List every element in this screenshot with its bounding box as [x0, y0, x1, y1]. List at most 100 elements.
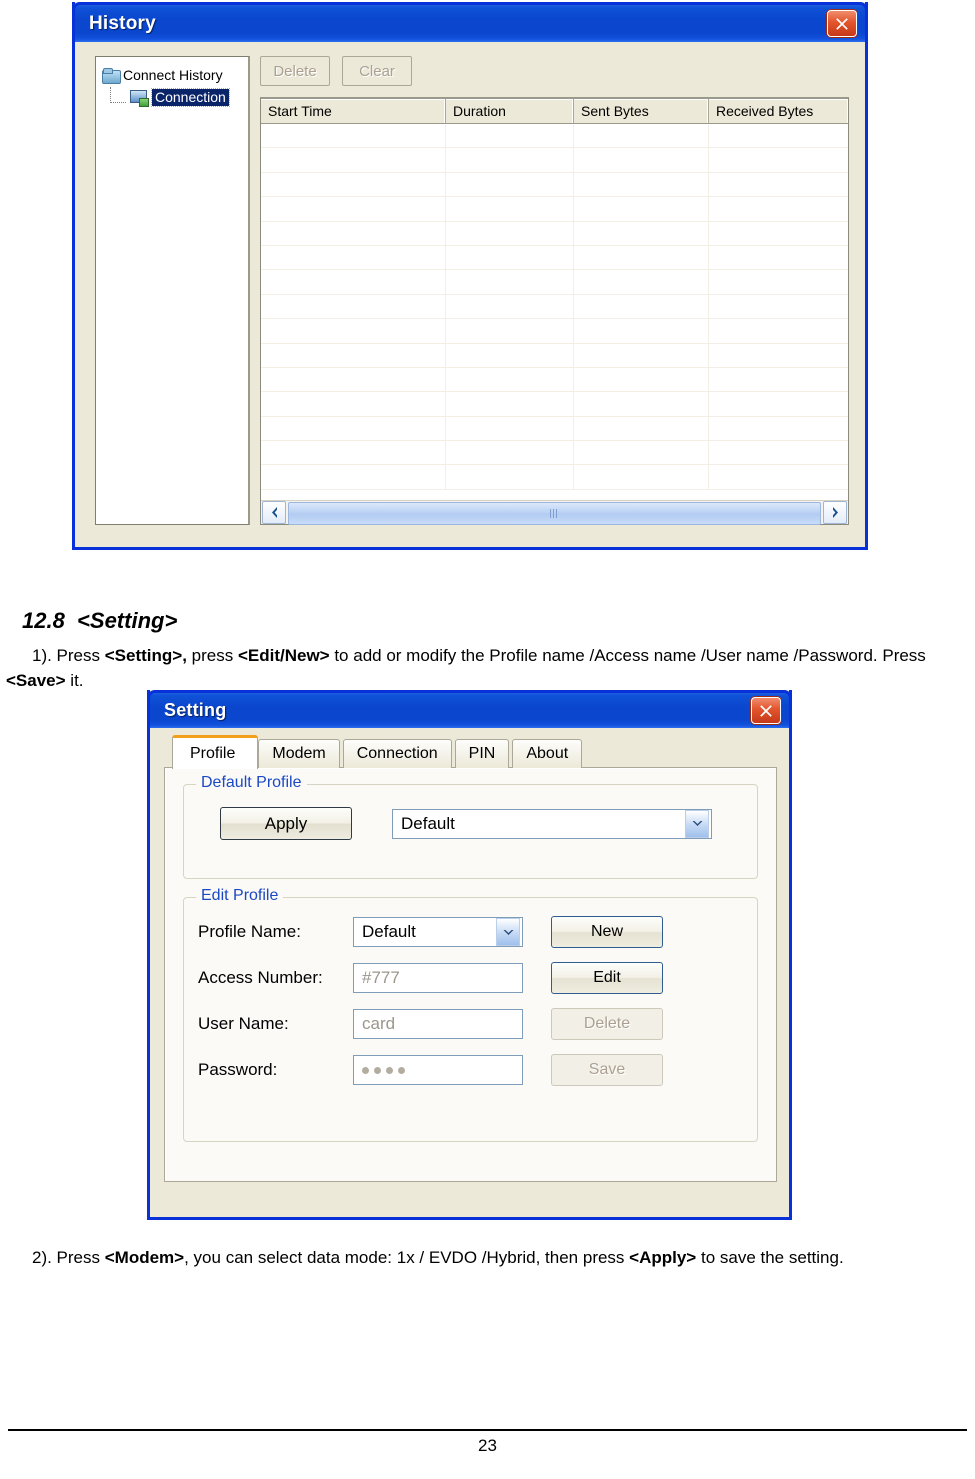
default-profile-row: Apply Default — [198, 807, 743, 840]
close-icon[interactable] — [827, 10, 857, 37]
table-cell — [261, 172, 446, 197]
p2-suffix: to save the setting. — [696, 1248, 844, 1267]
password-input[interactable] — [353, 1055, 523, 1085]
table-row[interactable] — [261, 441, 848, 466]
setting-body: Profile Modem Connection PIN About Default P… — [150, 728, 789, 1217]
scroll-right-icon[interactable] — [823, 501, 847, 524]
username-input[interactable]: card — [353, 1009, 523, 1039]
scrollbar-thumb[interactable] — [288, 502, 821, 525]
p1-bold-editnew: <Edit/New> — [237, 646, 330, 665]
field-label: Access Number: — [198, 968, 323, 987]
table-cell — [261, 392, 446, 416]
table-cell — [709, 417, 848, 440]
chevron-down-icon[interactable] — [496, 918, 520, 946]
tree-branch-line — [110, 86, 126, 103]
p2-prefix: 2). Press — [32, 1248, 105, 1267]
setting-titlebar[interactable]: Setting — [147, 690, 792, 728]
profilename-combo[interactable]: Default — [353, 917, 523, 947]
table-cell — [574, 319, 709, 343]
column-header-start-time[interactable]: Start Time — [261, 99, 446, 124]
delete-button[interactable]: Delete — [551, 1008, 663, 1040]
table-cell — [446, 294, 574, 319]
connect-history-tree[interactable]: Connect History Connection — [95, 56, 250, 525]
tree-item-connection[interactable]: Connection — [108, 86, 244, 108]
table-row[interactable] — [261, 319, 848, 344]
table-row[interactable] — [261, 465, 848, 490]
accessnumber-input[interactable]: #777 — [353, 963, 523, 993]
p2-mid1: , you can select data mode: 1x / EVDO /H… — [184, 1248, 630, 1267]
table-row[interactable] — [261, 245, 848, 271]
p1-suffix: it. — [65, 671, 84, 690]
edit-profile-group: Edit Profile Profile Name: Default New Acce… — [183, 887, 758, 1142]
table-cell — [446, 270, 574, 294]
clear-button[interactable]: Clear — [342, 56, 412, 86]
field-label: Password: — [198, 1060, 278, 1079]
column-header-sent-bytes[interactable]: Sent Bytes — [574, 99, 709, 124]
table-row[interactable] — [261, 392, 848, 417]
default-profile-combo[interactable]: Default — [392, 808, 712, 839]
save-button[interactable]: Save — [551, 1054, 663, 1086]
table-cell — [261, 367, 446, 392]
table-cell — [261, 148, 446, 172]
delete-button[interactable]: Delete — [260, 56, 330, 86]
table-row[interactable] — [261, 294, 848, 320]
tree-item-connection-label: Connection — [151, 87, 230, 107]
table-cell — [574, 245, 709, 270]
tab-modem[interactable]: Modem — [258, 739, 340, 768]
table-cell — [574, 367, 709, 392]
table-row[interactable] — [261, 416, 848, 442]
chevron-down-icon[interactable] — [685, 809, 709, 838]
column-header-duration[interactable]: Duration — [446, 99, 574, 124]
horizontal-scrollbar[interactable] — [261, 500, 848, 525]
p1-prefix: 1). Press — [32, 646, 105, 665]
tab-connection[interactable]: Connection — [342, 739, 452, 768]
table-cell — [574, 465, 709, 489]
paragraph-1: 1). Press <Setting>, press <Edit/New> to… — [6, 643, 936, 693]
table-cell — [709, 270, 848, 293]
p1-mid1: press — [186, 646, 238, 665]
scrollbar-track[interactable] — [286, 502, 823, 525]
default-profile-group-title: Default Profile — [196, 774, 307, 792]
edit-profile-group-title: Edit Profile — [196, 887, 284, 905]
tab-about[interactable]: About — [512, 739, 583, 768]
table-cell — [709, 197, 848, 220]
table-cell — [709, 344, 848, 367]
table-cell — [574, 124, 709, 148]
tree-item-connect-history-label: Connect History — [123, 66, 223, 83]
edit-button[interactable]: Edit — [551, 962, 663, 994]
table-cell — [574, 416, 709, 441]
history-title: History — [89, 12, 156, 34]
new-button[interactable]: New — [551, 916, 663, 948]
tree-item-connect-history[interactable]: Connect History — [102, 64, 244, 86]
history-body: Connect History Connection Delete Clear … — [75, 42, 865, 547]
table-cell — [446, 172, 574, 197]
close-icon[interactable] — [751, 697, 781, 724]
table-row[interactable] — [261, 221, 848, 246]
table-row[interactable] — [261, 343, 848, 368]
column-header-received-bytes[interactable]: Received Bytes — [709, 99, 848, 124]
table-row[interactable] — [261, 367, 848, 393]
tab-pin[interactable]: PIN — [454, 739, 510, 768]
table-cell — [446, 319, 574, 343]
setting-window: Setting Profile Modem Connection PIN About D… — [147, 690, 792, 1220]
scrollbar-grip-icon — [550, 509, 559, 518]
table-cell — [261, 245, 446, 270]
table-cell — [709, 173, 848, 196]
table-cell — [574, 441, 709, 465]
table-cell — [446, 367, 574, 392]
history-right-panel: Delete Clear Start Time Duration Sent By… — [260, 56, 849, 525]
profile-tab-panel: Default Profile Apply Default Edit Profi… — [164, 767, 777, 1182]
table-row[interactable] — [261, 172, 848, 198]
table-row[interactable] — [261, 124, 848, 149]
apply-button[interactable]: Apply — [220, 807, 352, 840]
scroll-left-icon[interactable] — [262, 501, 286, 524]
table-row[interactable] — [261, 148, 848, 173]
tab-profile[interactable]: Profile — [172, 735, 259, 769]
p1-bold-setting: <Setting>, — [104, 646, 187, 665]
table-row[interactable] — [261, 270, 848, 295]
table-row[interactable] — [261, 197, 848, 222]
table-cell — [446, 416, 574, 441]
table-cell — [574, 148, 709, 172]
edit-profile-rows: Profile Name: Default New Access Number: #77… — [198, 916, 743, 1086]
history-titlebar[interactable]: History — [72, 2, 868, 42]
